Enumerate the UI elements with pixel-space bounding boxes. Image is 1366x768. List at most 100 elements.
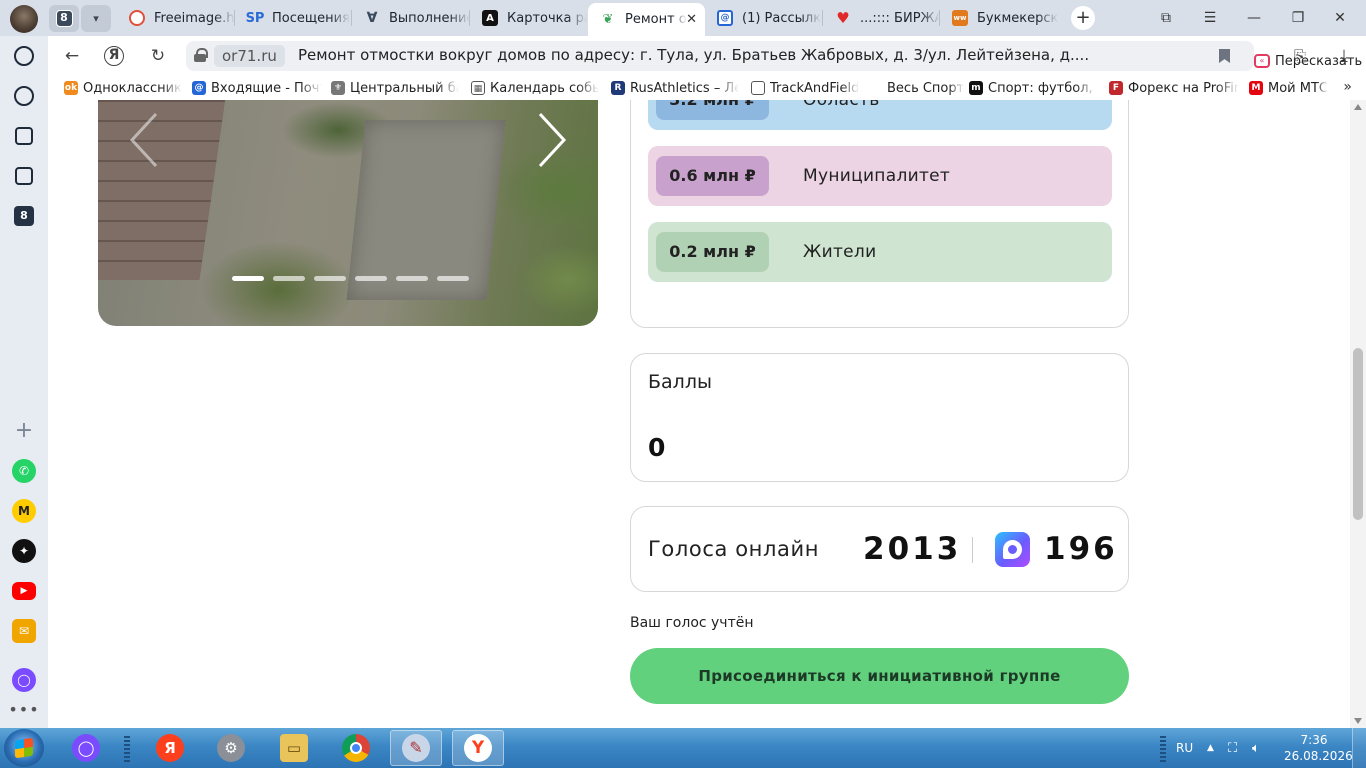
profile-avatar[interactable] — [10, 5, 38, 33]
add-panel-icon[interactable]: + — [12, 419, 36, 443]
bookmark-item[interactable]: R RusAthletics – Ле — [611, 79, 739, 97]
freeimage-icon — [129, 10, 145, 26]
profinance-icon: F — [1109, 81, 1123, 95]
yandex-home-icon[interactable]: Я — [104, 46, 124, 66]
more-apps-icon[interactable]: ••• — [8, 698, 38, 722]
tab-list-chevron-icon[interactable]: ▾ — [81, 5, 111, 32]
bookmark-item[interactable]: M Мой МТС — [1249, 79, 1329, 97]
scroll-up-arrow-icon[interactable] — [1354, 104, 1362, 110]
photo-wall — [98, 100, 228, 280]
tab-title: Freeimage.host — [154, 10, 235, 26]
votes-divider — [972, 537, 973, 563]
network-icon[interactable]: ⛶ — [1228, 728, 1237, 768]
screenshot-icon[interactable] — [12, 164, 36, 188]
taskbar-yandex-browser-icon[interactable]: Y — [452, 730, 504, 766]
yandex-market-icon[interactable]: M — [12, 499, 36, 523]
bookmark-item[interactable]: ▦ Календарь событ — [471, 79, 599, 97]
volume-icon[interactable]: 🔈︎ — [1252, 728, 1260, 768]
show-hidden-icons-icon[interactable]: ▲ — [1207, 728, 1214, 768]
taskbar-settings-icon[interactable]: ⚙ — [205, 730, 257, 766]
bookmark-item[interactable]: @Входящие - Почта — [192, 79, 322, 97]
bookmark-item[interactable]: mСпорт: футбол, хо — [969, 79, 1097, 97]
tab-mailing[interactable]: @ (1) Рассылк — [705, 0, 823, 36]
tab-execution[interactable]: ∀ Выполнение — [352, 0, 470, 36]
taskbar-alice-icon[interactable]: ◯ — [60, 730, 112, 766]
tab-exchange[interactable]: ♥ ...:::: БИРЖА — [823, 0, 940, 36]
taskbar-chrome-icon[interactable] — [330, 730, 382, 766]
bookmarks-bar: okОдноклассники @Входящие - Почта ⚜Центр… — [48, 76, 1366, 100]
tab-visits[interactable]: SP Посещения — [235, 0, 352, 36]
budget-row-region: 3.2 млн ₽ Область — [648, 100, 1112, 130]
navigation-bar: ← Я ↻ or71.ru Ремонт отмостки вокруг дом… — [48, 36, 1366, 76]
bookmark-item[interactable]: TrackAndField — [751, 79, 871, 97]
more-bookmarks-icon[interactable]: » — [1343, 79, 1352, 95]
scroll-thumb[interactable] — [1353, 348, 1363, 520]
bookmark-item[interactable]: ok Одноклассники — [64, 79, 182, 97]
bookmark-item[interactable]: F Форекс на ProFina — [1109, 79, 1239, 97]
scroll-down-arrow-icon[interactable] — [1354, 718, 1362, 724]
page-scrollbar[interactable] — [1350, 100, 1366, 728]
taskbar-yandex-icon[interactable]: Я — [144, 730, 196, 766]
tab-freeimage[interactable]: Freeimage.host — [117, 0, 235, 36]
alice-icon[interactable]: ◯ — [12, 668, 36, 692]
bookmark-item[interactable]: Весь Спорт — [887, 79, 967, 97]
close-tab-icon[interactable]: ✕ — [686, 12, 697, 27]
budget-amount: 3.2 млн ₽ — [656, 100, 769, 120]
page-content: 3.2 млн ₽ Область 0.6 млн ₽ Муниципалите… — [48, 100, 1350, 728]
slider-next-arrow-icon[interactable] — [534, 110, 570, 170]
slider-dot[interactable] — [314, 276, 346, 281]
points-card: Баллы 0 — [630, 353, 1129, 482]
sport-icon: m — [969, 81, 983, 95]
points-label: Баллы — [648, 371, 712, 393]
photo-slider[interactable] — [98, 100, 598, 326]
tabs-sidebar-icon[interactable]: 8 — [12, 204, 36, 228]
close-window-icon[interactable]: ✕ — [1320, 0, 1360, 36]
tab-bookmaker[interactable]: ww Букмекерск — [940, 0, 1058, 36]
zen-icon[interactable]: ✦ — [12, 539, 36, 563]
lock-icon — [194, 48, 208, 62]
slider-dot[interactable] — [437, 276, 469, 281]
new-tab-button[interactable]: + — [1071, 6, 1095, 30]
restore-icon[interactable]: ❐ — [1278, 0, 1318, 36]
show-desktop-button[interactable] — [1352, 728, 1366, 768]
a-logo-icon: A — [482, 10, 498, 26]
tab-title: Букмекерск — [977, 10, 1058, 26]
history-icon[interactable] — [12, 44, 36, 68]
join-initiative-group-button[interactable]: Присоединиться к инициативной группе — [630, 648, 1129, 704]
bookmark-icon[interactable] — [1219, 49, 1230, 63]
mts-icon: M — [1249, 81, 1263, 95]
back-arrow-icon[interactable]: ← — [60, 44, 84, 68]
slider-prev-arrow-icon[interactable] — [126, 110, 162, 170]
slider-dot[interactable] — [396, 276, 428, 281]
rusathletics-icon: R — [611, 81, 625, 95]
menu-icon[interactable]: ☰ — [1190, 0, 1230, 36]
vote-counted-note: Ваш голос учтён — [630, 615, 754, 631]
notes-icon[interactable] — [12, 124, 36, 148]
slider-dot[interactable] — [232, 276, 264, 281]
language-indicator[interactable]: RU — [1176, 728, 1193, 768]
budget-amount: 0.2 млн ₽ — [656, 232, 769, 272]
minimize-icon[interactable]: — — [1234, 0, 1274, 36]
shortcut-icon[interactable]: ⎘ — [1288, 44, 1312, 68]
youtube-icon[interactable]: ▶ — [12, 579, 36, 603]
tab-card[interactable]: A Карточка ра — [470, 0, 587, 36]
bookmark-item[interactable]: ⚜Центральный бан — [331, 79, 459, 97]
download-icon[interactable]: ⤓ — [1332, 44, 1356, 68]
taskbar-explorer-icon[interactable]: ▭ — [268, 730, 320, 766]
collections-icon[interactable]: ⧉ — [1146, 0, 1186, 36]
mail-sidebar-icon[interactable]: ✉ — [12, 619, 36, 643]
clock-time: 7:36 — [1300, 733, 1328, 747]
reload-icon[interactable]: ↻ — [146, 44, 170, 68]
slider-dot[interactable] — [355, 276, 387, 281]
clock[interactable]: 7:36 26.08.2026 — [1284, 732, 1353, 764]
whatsapp-icon[interactable]: ✆ — [12, 459, 36, 483]
budget-source: Область — [803, 100, 880, 110]
tab-count-button[interactable]: 8 — [49, 5, 79, 32]
start-button[interactable] — [4, 729, 44, 767]
tab-active-repair[interactable]: ❦ Ремонт о ✕ — [588, 3, 705, 36]
play-icon[interactable] — [12, 84, 36, 108]
address-bar[interactable]: or71.ru Ремонт отмостки вокруг домов по … — [186, 41, 1362, 71]
slider-dot[interactable] — [273, 276, 305, 281]
sp-icon: SP — [245, 10, 265, 26]
taskbar-paint-icon[interactable]: ✎ — [390, 730, 442, 766]
